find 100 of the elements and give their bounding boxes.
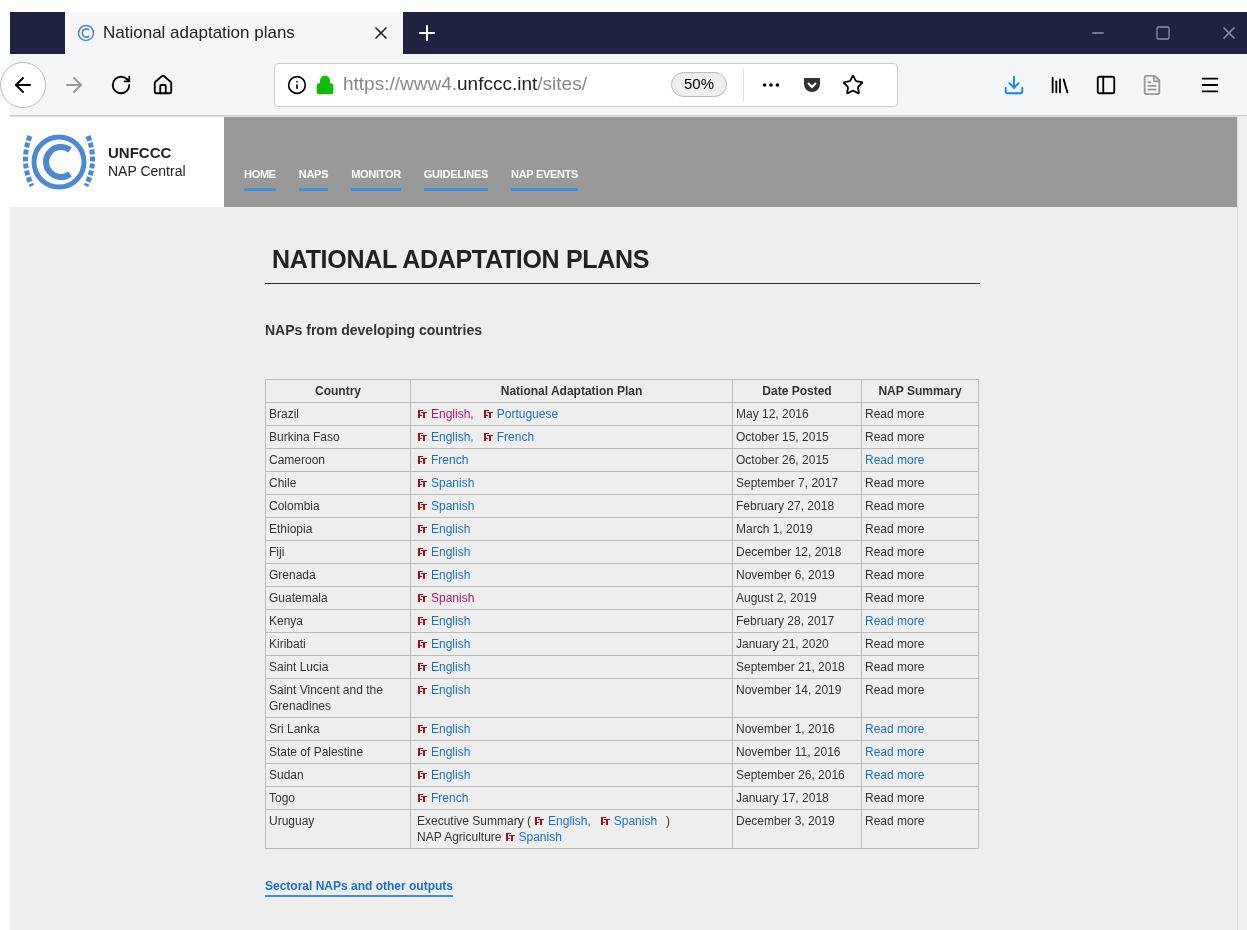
pdf-link[interactable]: English — [431, 743, 471, 760]
pdf-icon — [417, 792, 428, 803]
reader-icon[interactable] — [1141, 73, 1163, 96]
read-more-text: Read more — [865, 636, 925, 651]
pdf-link[interactable]: Spanish — [431, 474, 475, 491]
page-heading: NATIONAL ADAPTATION PLANS — [265, 241, 980, 284]
tab-title: National adaptation plans — [103, 22, 296, 45]
pdf-icon — [534, 815, 546, 826]
pdf-link[interactable]: English — [431, 543, 471, 560]
read-more-text: Read more — [865, 790, 925, 805]
column-header: National Adaptation Plan — [410, 379, 733, 402]
browser-tab[interactable]: National adaptation plans — [65, 12, 403, 54]
date-cell: September 26, 2016 — [732, 763, 862, 786]
url-text: https://www4.unfccc.int/sites/ — [343, 72, 588, 97]
pdf-icon — [482, 431, 494, 442]
date-cell: January 17, 2018 — [732, 786, 862, 809]
country-cell: Guatemala — [265, 586, 411, 609]
pdf-link[interactable]: English — [431, 766, 471, 783]
date-cell: November 1, 2016 — [732, 717, 862, 740]
country-cell: Chile — [265, 471, 411, 494]
nav-link[interactable]: MONITOR — [351, 165, 401, 191]
pdf-link[interactable]: English, — [431, 405, 474, 422]
pdf-link[interactable]: Spanish — [518, 828, 562, 845]
sidebar-icon[interactable] — [1095, 73, 1117, 96]
read-more-text: Read more — [865, 659, 925, 674]
nav-link[interactable]: HOME — [244, 165, 276, 191]
pdf-icon — [417, 431, 428, 442]
read-more-text: Read more — [865, 498, 925, 513]
home-icon[interactable] — [152, 73, 174, 96]
country-cell: Sri Lanka — [265, 717, 411, 740]
date-cell: February 27, 2018 — [732, 494, 862, 517]
country-cell: Togo — [265, 786, 411, 809]
pdf-link[interactable]: English — [431, 612, 471, 629]
pdf-link[interactable]: English — [431, 635, 471, 652]
column-header: Country — [265, 379, 411, 402]
pdf-icon — [417, 477, 428, 488]
maximize-icon[interactable] — [1155, 25, 1171, 41]
date-cell: September 21, 2018 — [732, 655, 862, 678]
pdf-link[interactable]: French — [431, 789, 469, 806]
date-cell: November 11, 2016 — [732, 740, 862, 763]
read-more-text: Read more — [865, 544, 925, 559]
pdf-icon — [504, 831, 516, 842]
nav-link[interactable]: NAP EVENTS — [511, 165, 579, 191]
column-header: Date Posted — [732, 379, 862, 402]
pdf-link[interactable]: English — [431, 566, 471, 583]
url-bar[interactable]: https://www4.unfccc.int/sites/ 50% — [274, 62, 898, 107]
sectoral-naps-link[interactable]: Sectoral NAPs and other outputs — [265, 876, 454, 897]
info-icon — [287, 74, 307, 95]
pdf-link[interactable]: Spanish — [431, 589, 475, 606]
pdf-icon — [417, 661, 428, 672]
nav-link[interactable]: NAPS — [298, 165, 329, 191]
date-cell: September 7, 2017 — [732, 471, 862, 494]
country-cell: Grenada — [265, 563, 411, 586]
logo-subtitle: NAP Central — [108, 162, 186, 181]
read-more-text: Read more — [865, 567, 925, 582]
pdf-icon — [417, 546, 428, 557]
section-heading: NAPs from developing countries — [265, 320, 484, 340]
country-cell: Kiribati — [265, 632, 411, 655]
date-cell: January 21, 2020 — [732, 632, 862, 655]
date-cell: October 26, 2015 — [732, 448, 862, 471]
nav-link[interactable]: GUIDELINES — [423, 165, 489, 191]
read-more-text: Read more — [865, 406, 925, 421]
plan-text: ) — [666, 812, 671, 829]
pdf-link[interactable]: English, — [431, 428, 474, 445]
column-header: NAP Summary — [861, 379, 979, 402]
pdf-link[interactable]: English — [431, 658, 471, 675]
read-more-text: Read more — [865, 682, 925, 697]
logo-title: UNFCCC — [108, 143, 173, 163]
pdf-link[interactable]: English — [431, 520, 471, 537]
read-more-text: Read more — [865, 429, 925, 444]
lock-icon — [315, 74, 335, 95]
pdf-link[interactable]: English, — [548, 812, 591, 829]
zoom-level[interactable]: 50% — [671, 72, 728, 97]
pdf-link[interactable]: English — [431, 720, 471, 737]
pdf-link[interactable]: French — [496, 428, 535, 445]
reload-icon[interactable] — [110, 73, 132, 96]
pdf-link[interactable]: Portuguese — [496, 405, 559, 422]
country-cell: Uruguay — [265, 809, 411, 848]
back-button[interactable] — [0, 61, 46, 108]
pdf-icon — [417, 638, 428, 649]
pdf-icon — [417, 723, 428, 734]
date-cell: December 12, 2018 — [732, 540, 862, 563]
read-more-text: Read more — [865, 813, 925, 828]
pdf-icon — [417, 684, 428, 695]
date-cell: November 6, 2019 — [732, 563, 862, 586]
country-cell: State of Palestine — [265, 740, 411, 763]
country-cell: Burkina Faso — [265, 425, 411, 448]
download-icon[interactable] — [1003, 73, 1025, 96]
pdf-link[interactable]: Spanish — [431, 497, 475, 514]
country-cell: Saint Lucia — [265, 655, 411, 678]
logo-panel[interactable]: UNFCCC NAP Central — [10, 117, 224, 207]
pdf-icon — [482, 408, 494, 419]
pdf-link[interactable]: Spanish — [613, 812, 658, 829]
pdf-link[interactable]: English — [431, 681, 471, 698]
read-more-text: Read more — [865, 590, 925, 605]
bookmark-star-icon[interactable] — [842, 73, 865, 96]
pdf-icon — [417, 615, 428, 626]
date-cell: October 15, 2015 — [732, 425, 862, 448]
country-cell: Brazil — [265, 402, 411, 425]
pdf-link[interactable]: French — [431, 451, 469, 468]
